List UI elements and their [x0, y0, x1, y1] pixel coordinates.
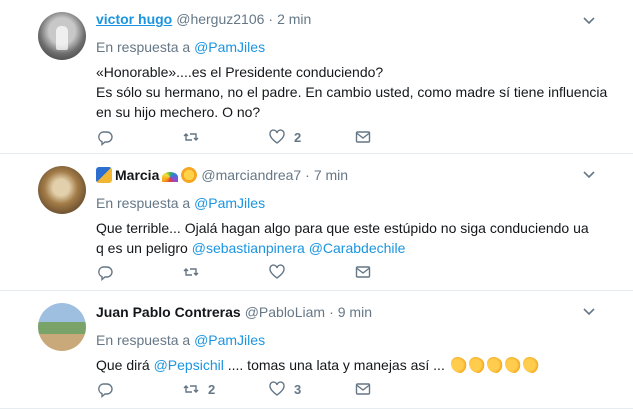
mention-link[interactable]: @sebastianpinera	[192, 240, 305, 256]
like-count: 3	[294, 381, 302, 397]
like-button[interactable]: 3	[268, 380, 354, 398]
retweet-button[interactable]: 2	[182, 380, 268, 398]
direct-message-button[interactable]	[354, 263, 440, 281]
mention-link[interactable]: @Carabdechile	[309, 240, 406, 256]
tweet-text-line: Es sólo su hermano, no el padre. En camb…	[96, 84, 608, 100]
tweet-text-line: en su hijo mechero. O no?	[96, 104, 261, 120]
clapping-hands-emoji-icon	[486, 357, 503, 373]
direct-message-button[interactable]	[354, 380, 440, 398]
rainbow-emoji-icon	[162, 172, 179, 182]
reply-button[interactable]	[96, 263, 182, 281]
like-count: 2	[294, 129, 302, 145]
envelope-icon	[355, 383, 371, 395]
envelope-icon	[355, 266, 371, 278]
retweet-count: 2	[208, 381, 216, 397]
tweet-header: victor hugo @herguz2106 · 2 min	[96, 9, 619, 29]
tweet-actions	[96, 263, 440, 281]
reply-prefix: En respuesta a	[96, 332, 195, 348]
clapping-hands-emoji-icon	[468, 357, 485, 373]
tweet[interactable]: Marcia @marciandrea7 · 7 min En respuest…	[0, 154, 633, 291]
tweet-text: Que dirá @Pepsichil .... tomas una lata …	[96, 355, 619, 375]
like-button[interactable]: 2	[268, 128, 354, 146]
tweet-actions: 2 3	[96, 380, 440, 398]
reply-context: En respuesta a @PamJiles	[96, 39, 619, 57]
timestamp[interactable]: 9 min	[338, 304, 372, 320]
heart-icon	[269, 129, 285, 144]
chevron-down-icon[interactable]	[581, 303, 597, 319]
timestamp[interactable]: 7 min	[314, 167, 348, 183]
retweet-button[interactable]	[182, 128, 268, 146]
reply-prefix: En respuesta a	[96, 39, 195, 55]
heart-icon	[269, 381, 285, 396]
separator-dot: ·	[329, 304, 334, 320]
reply-context: En respuesta a @PamJiles	[96, 195, 619, 213]
tweet-text-line: q es un peligro @sebastianpinera @Carabd…	[96, 238, 619, 258]
retweet-icon	[183, 268, 199, 276]
avatar[interactable]	[38, 12, 86, 60]
reply-icon	[98, 266, 113, 281]
tweet-text-line: «Honorable»....es el Presidente conducie…	[96, 64, 384, 80]
display-name[interactable]: victor hugo	[96, 11, 172, 27]
tweet-text-fragment: .... tomas una lata y manejas así ...	[223, 357, 449, 373]
reply-button[interactable]	[96, 380, 182, 398]
clapping-hands-emoji-icon	[504, 357, 521, 373]
reply-context: En respuesta a @PamJiles	[96, 332, 619, 350]
tweet[interactable]: victor hugo @herguz2106 · 2 min En respu…	[0, 0, 633, 154]
clapping-hands-emoji-icon	[450, 357, 467, 373]
reply-mention-link[interactable]: @PamJiles	[194, 39, 265, 55]
heart-icon	[269, 264, 285, 279]
direct-message-button[interactable]	[354, 128, 440, 146]
clapping-hands-emoji-icon	[522, 357, 539, 373]
reply-icon	[98, 383, 113, 398]
tweet-text: Que terrible... Ojalá hagan algo para qu…	[96, 218, 619, 258]
comet-emoji-icon	[96, 167, 112, 183]
user-handle[interactable]: @marciandrea7	[201, 167, 301, 183]
tweet-text-line: Que terrible... Ojalá hagan algo para qu…	[96, 220, 589, 236]
envelope-icon	[355, 131, 371, 143]
reply-mention-link[interactable]: @PamJiles	[194, 195, 265, 211]
sun-emoji-icon	[181, 167, 198, 183]
avatar[interactable]	[38, 166, 86, 214]
reply-icon	[98, 131, 113, 146]
separator-dot: ·	[305, 167, 310, 183]
timestamp[interactable]: 2 min	[277, 11, 311, 27]
chevron-down-icon[interactable]	[581, 166, 597, 182]
reply-prefix: En respuesta a	[96, 195, 195, 211]
reply-mention-link[interactable]: @PamJiles	[194, 332, 265, 348]
tweet-text: «Honorable»....es el Presidente conducie…	[96, 62, 619, 122]
tweet-header: Juan Pablo Contreras @PabloLiam · 9 min	[96, 302, 619, 322]
like-button[interactable]	[268, 263, 354, 281]
user-handle[interactable]: @PabloLiam	[245, 304, 325, 320]
tweet-header: Marcia @marciandrea7 · 7 min	[96, 165, 619, 185]
tweet-text-fragment: Que dirá	[96, 357, 154, 373]
mention-link[interactable]: @Pepsichil	[154, 357, 224, 373]
user-handle[interactable]: @herguz2106	[176, 11, 264, 27]
display-name[interactable]: Marcia	[115, 167, 159, 183]
tweet-text-fragment: q es un peligro	[96, 240, 192, 256]
reply-button[interactable]	[96, 128, 182, 146]
retweet-icon	[183, 385, 199, 393]
retweet-icon	[183, 133, 199, 141]
tweet[interactable]: Juan Pablo Contreras @PabloLiam · 9 min …	[0, 291, 633, 409]
chevron-down-icon[interactable]	[581, 12, 597, 28]
tweet-actions: 2	[96, 128, 440, 146]
display-name[interactable]: Juan Pablo Contreras	[96, 304, 241, 320]
separator-dot: ·	[268, 11, 274, 27]
avatar[interactable]	[38, 303, 86, 351]
retweet-button[interactable]	[182, 263, 268, 281]
